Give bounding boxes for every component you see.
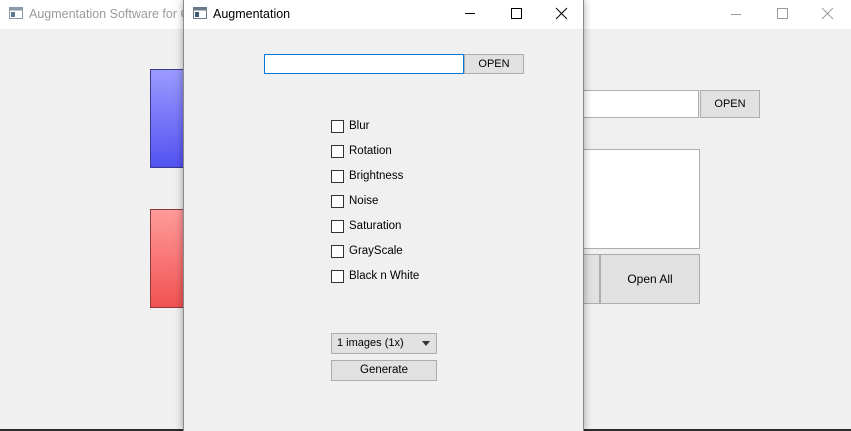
generate-button[interactable]: Generate bbox=[331, 360, 437, 381]
checkbox-label: Blur bbox=[349, 120, 370, 132]
dialog-open-button[interactable]: OPEN bbox=[464, 54, 524, 74]
checkbox-saturation[interactable]: Saturation bbox=[331, 218, 401, 234]
checkbox-box[interactable] bbox=[331, 144, 344, 158]
augmentation-dialog: Augmentation OPEN Blur Rotation Brightne… bbox=[183, 0, 584, 431]
dialog-minimize-icon[interactable] bbox=[447, 0, 493, 29]
close-icon[interactable] bbox=[805, 0, 851, 29]
checkbox-label: Saturation bbox=[349, 220, 402, 232]
checkbox-box[interactable] bbox=[331, 169, 344, 183]
main-open-button[interactable]: OPEN bbox=[700, 90, 760, 118]
main-path-input[interactable] bbox=[580, 90, 699, 118]
checkbox-label: Rotation bbox=[349, 145, 392, 157]
checkbox-label: GrayScale bbox=[349, 245, 403, 257]
image-count-select[interactable]: 1 images (1x) bbox=[331, 333, 437, 354]
minimize-icon[interactable] bbox=[713, 0, 759, 29]
dialog-path-input[interactable] bbox=[264, 54, 464, 74]
checkbox-black-n-white[interactable]: Black n White bbox=[331, 268, 419, 284]
checkbox-label: Noise bbox=[349, 195, 379, 207]
dialog-title: Augmentation bbox=[213, 7, 291, 21]
checkbox-label: Brightness bbox=[349, 170, 404, 182]
app-window-icon bbox=[9, 7, 23, 19]
checkbox-rotation[interactable]: Rotation bbox=[331, 143, 392, 159]
chevron-down-icon bbox=[422, 341, 430, 346]
checkbox-grayscale[interactable]: GrayScale bbox=[331, 243, 403, 259]
image-count-value: 1 images (1x) bbox=[337, 337, 404, 349]
checkbox-box[interactable] bbox=[331, 219, 344, 233]
open-all-button[interactable]: Open All bbox=[600, 254, 700, 304]
checkbox-brightness[interactable]: Brightness bbox=[331, 168, 403, 184]
checkbox-box[interactable] bbox=[331, 269, 344, 283]
main-text-area[interactable] bbox=[580, 149, 700, 249]
checkbox-label: Black n White bbox=[349, 270, 420, 282]
dialog-titlebar: Augmentation bbox=[184, 0, 583, 29]
checkbox-box[interactable] bbox=[331, 194, 344, 208]
maximize-icon[interactable] bbox=[759, 0, 805, 29]
checkbox-blur[interactable]: Blur bbox=[331, 118, 369, 134]
checkbox-box[interactable] bbox=[331, 119, 344, 133]
main-window-title: Augmentation Software for C bbox=[29, 7, 190, 21]
dialog-maximize-icon[interactable] bbox=[493, 0, 539, 29]
checkbox-box[interactable] bbox=[331, 244, 344, 258]
dialog-window-icon bbox=[193, 7, 207, 19]
checkbox-noise[interactable]: Noise bbox=[331, 193, 378, 209]
dialog-close-icon[interactable] bbox=[539, 0, 585, 29]
